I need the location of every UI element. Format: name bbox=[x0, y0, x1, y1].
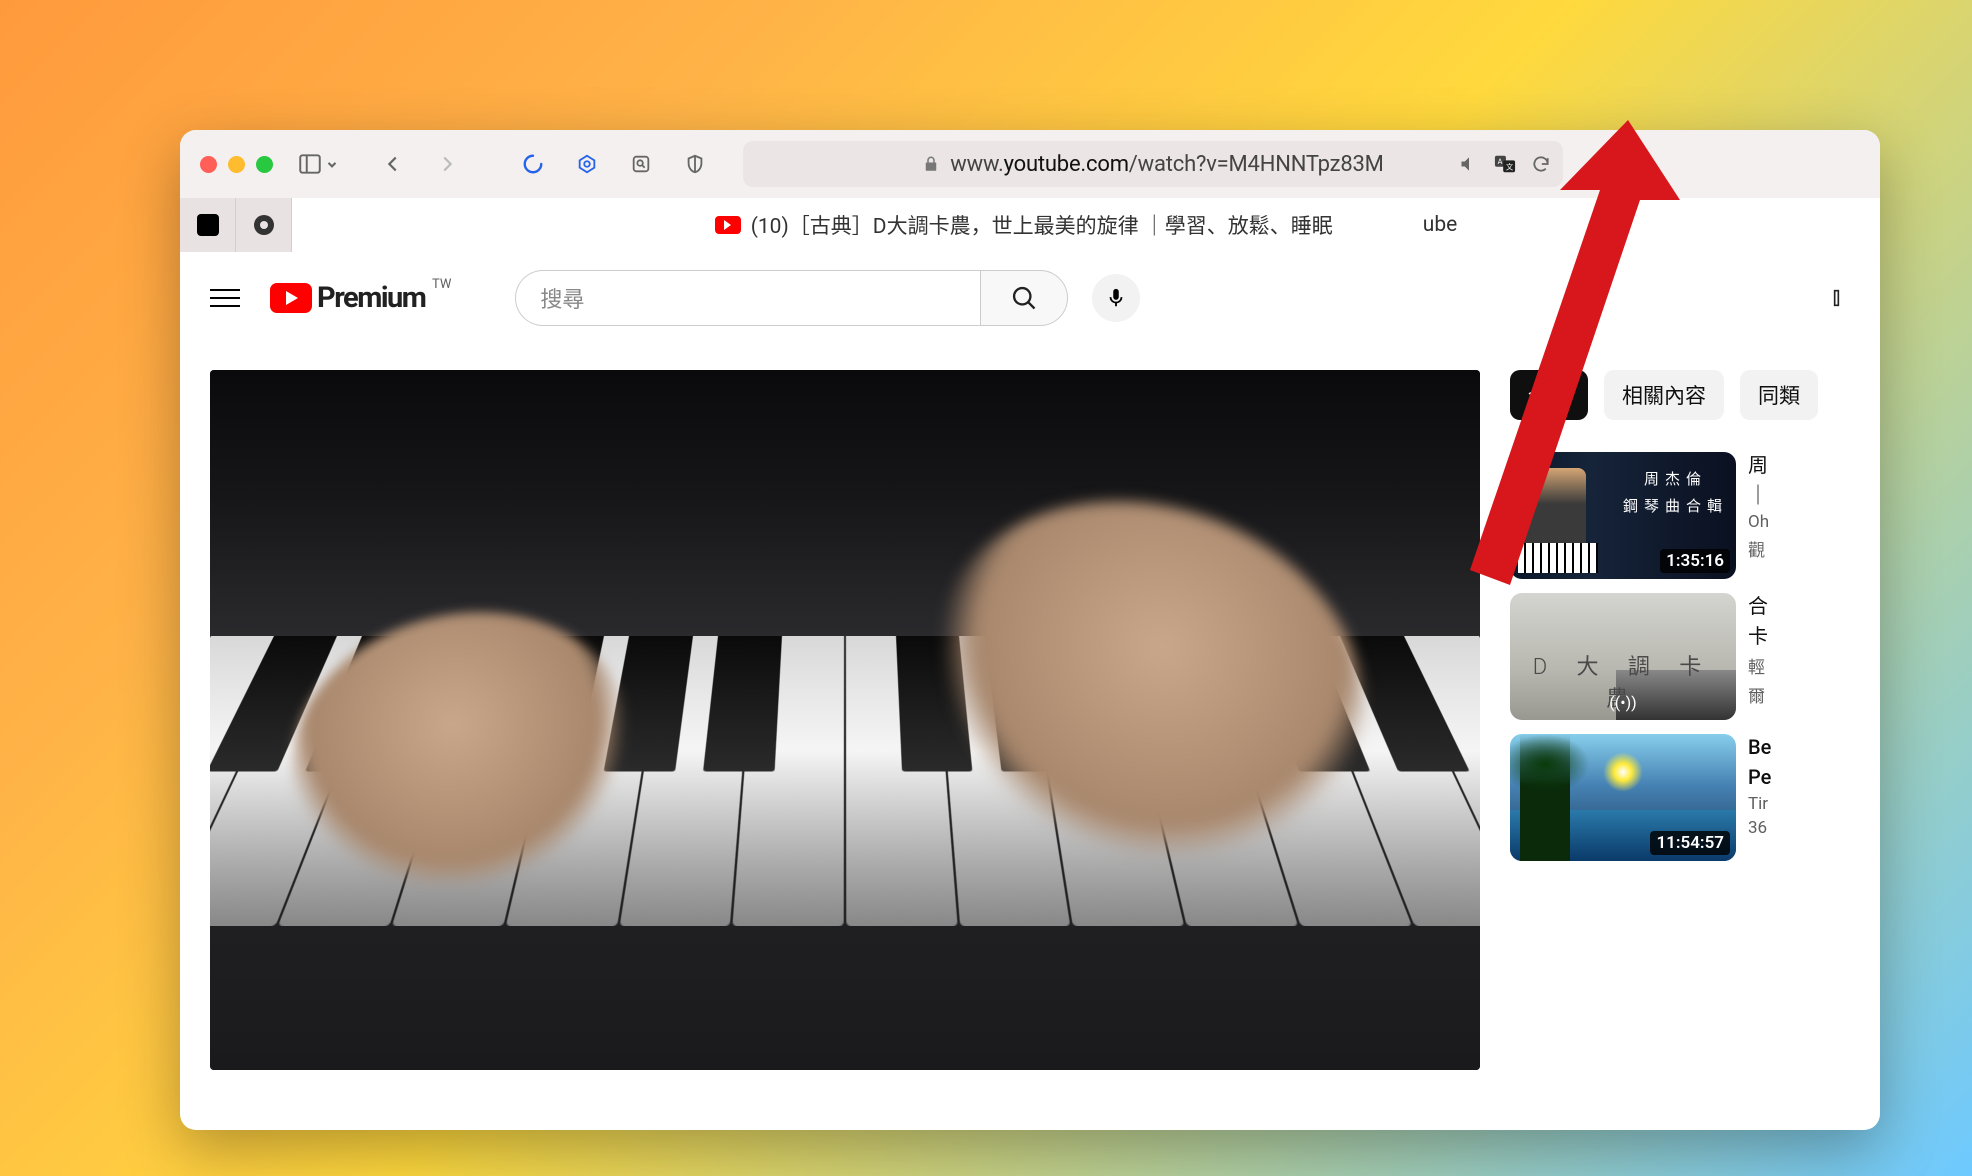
search-icon bbox=[1010, 284, 1038, 312]
voice-search-button[interactable] bbox=[1092, 274, 1140, 322]
close-window-button[interactable] bbox=[200, 156, 217, 173]
pinned-tab-2[interactable] bbox=[236, 198, 292, 252]
audio-playing-icon[interactable] bbox=[1459, 154, 1479, 174]
chip-related[interactable]: 相關內容 bbox=[1604, 370, 1724, 420]
search-button[interactable] bbox=[980, 270, 1068, 326]
recommendation-item[interactable]: D 大 調 卡 農 ((•)) 合 卡 輕 爾 bbox=[1510, 593, 1880, 720]
youtube-region-label: TW bbox=[432, 277, 451, 292]
search-input[interactable]: 搜尋 bbox=[515, 270, 979, 326]
duration-badge: 11:54:57 bbox=[1650, 831, 1730, 855]
thumbnail: D 大 調 卡 農 ((•)) bbox=[1510, 593, 1736, 720]
url-text: www.youtube.com/watch?v=M4HNNTpz83M bbox=[950, 152, 1383, 177]
thumbnail: 周杰倫鋼琴曲合輯 1:35:16 bbox=[1510, 452, 1736, 579]
youtube-logo[interactable]: Premium TW bbox=[270, 281, 425, 315]
tab-bar: (10)［古典］D大調卡農，世上最美的旋律 ｜學習、放鬆、睡眠 ube bbox=[180, 198, 1880, 252]
chip-all[interactable]: 全部 bbox=[1510, 370, 1588, 420]
tab-title: (10)［古典］D大調卡農，世上最美的旋律 ｜學習、放鬆、睡眠 bbox=[751, 210, 1333, 240]
recommendations-sidebar: 全部 相關內容 同類 周杰倫鋼琴曲合輯 1:35:16 周 ｜ Oh 觀 bbox=[1510, 370, 1880, 1130]
video-player[interactable] bbox=[210, 370, 1480, 1070]
thumbnail: 11:54:57 bbox=[1510, 734, 1736, 861]
hamburger-menu-button[interactable] bbox=[210, 289, 240, 307]
pinned-tab-1[interactable] bbox=[180, 198, 236, 252]
loading-spinner-icon bbox=[515, 146, 551, 182]
lock-icon bbox=[922, 155, 940, 173]
recommendation-item[interactable]: 周杰倫鋼琴曲合輯 1:35:16 周 ｜ Oh 觀 bbox=[1510, 452, 1880, 579]
header-right-button[interactable] bbox=[1824, 280, 1860, 316]
rec-title: 合 bbox=[1748, 593, 1768, 619]
chip-similar[interactable]: 同類 bbox=[1740, 370, 1818, 420]
browser-toolbar: www.youtube.com/watch?v=M4HNNTpz83M A文 bbox=[180, 130, 1880, 198]
youtube-header: Premium TW 搜尋 bbox=[180, 252, 1880, 344]
translate-icon[interactable]: A文 bbox=[1493, 153, 1517, 175]
youtube-favicon-icon bbox=[715, 216, 741, 234]
content-area: 全部 相關內容 同類 周杰倫鋼琴曲合輯 1:35:16 周 ｜ Oh 觀 bbox=[180, 344, 1880, 1130]
traffic-lights bbox=[200, 156, 273, 173]
video-frame bbox=[210, 370, 1480, 1070]
rec-title: Be bbox=[1748, 734, 1771, 760]
maximize-window-button[interactable] bbox=[256, 156, 273, 173]
browser-window: www.youtube.com/watch?v=M4HNNTpz83M A文 (… bbox=[180, 130, 1880, 1130]
minimize-window-button[interactable] bbox=[228, 156, 245, 173]
address-bar[interactable]: www.youtube.com/watch?v=M4HNNTpz83M A文 bbox=[743, 141, 1563, 187]
rec-title: 周 bbox=[1748, 452, 1769, 478]
active-tab[interactable]: (10)［古典］D大調卡農，世上最美的旋律 ｜學習、放鬆、睡眠 ube bbox=[292, 198, 1880, 252]
svg-text:文: 文 bbox=[1506, 163, 1514, 172]
shield-icon[interactable] bbox=[677, 146, 713, 182]
extension-icon[interactable] bbox=[569, 146, 605, 182]
search-page-button[interactable] bbox=[623, 146, 659, 182]
svg-text:A: A bbox=[1498, 157, 1503, 166]
filter-chips: 全部 相關內容 同類 bbox=[1510, 370, 1880, 420]
sidebar-toggle-button[interactable] bbox=[297, 151, 339, 177]
youtube-logo-text: Premium bbox=[317, 281, 425, 315]
duration-badge: 1:35:16 bbox=[1660, 549, 1730, 573]
forward-button[interactable] bbox=[429, 146, 465, 182]
tab-title-suffix: ube bbox=[1423, 213, 1458, 237]
back-button[interactable] bbox=[375, 146, 411, 182]
recommendation-item[interactable]: 11:54:57 Be Pe Tir 36 bbox=[1510, 734, 1880, 861]
live-badge: ((•)) bbox=[1609, 693, 1637, 712]
reload-button[interactable] bbox=[1531, 154, 1551, 174]
youtube-logo-icon bbox=[270, 283, 312, 313]
microphone-icon bbox=[1105, 287, 1127, 309]
